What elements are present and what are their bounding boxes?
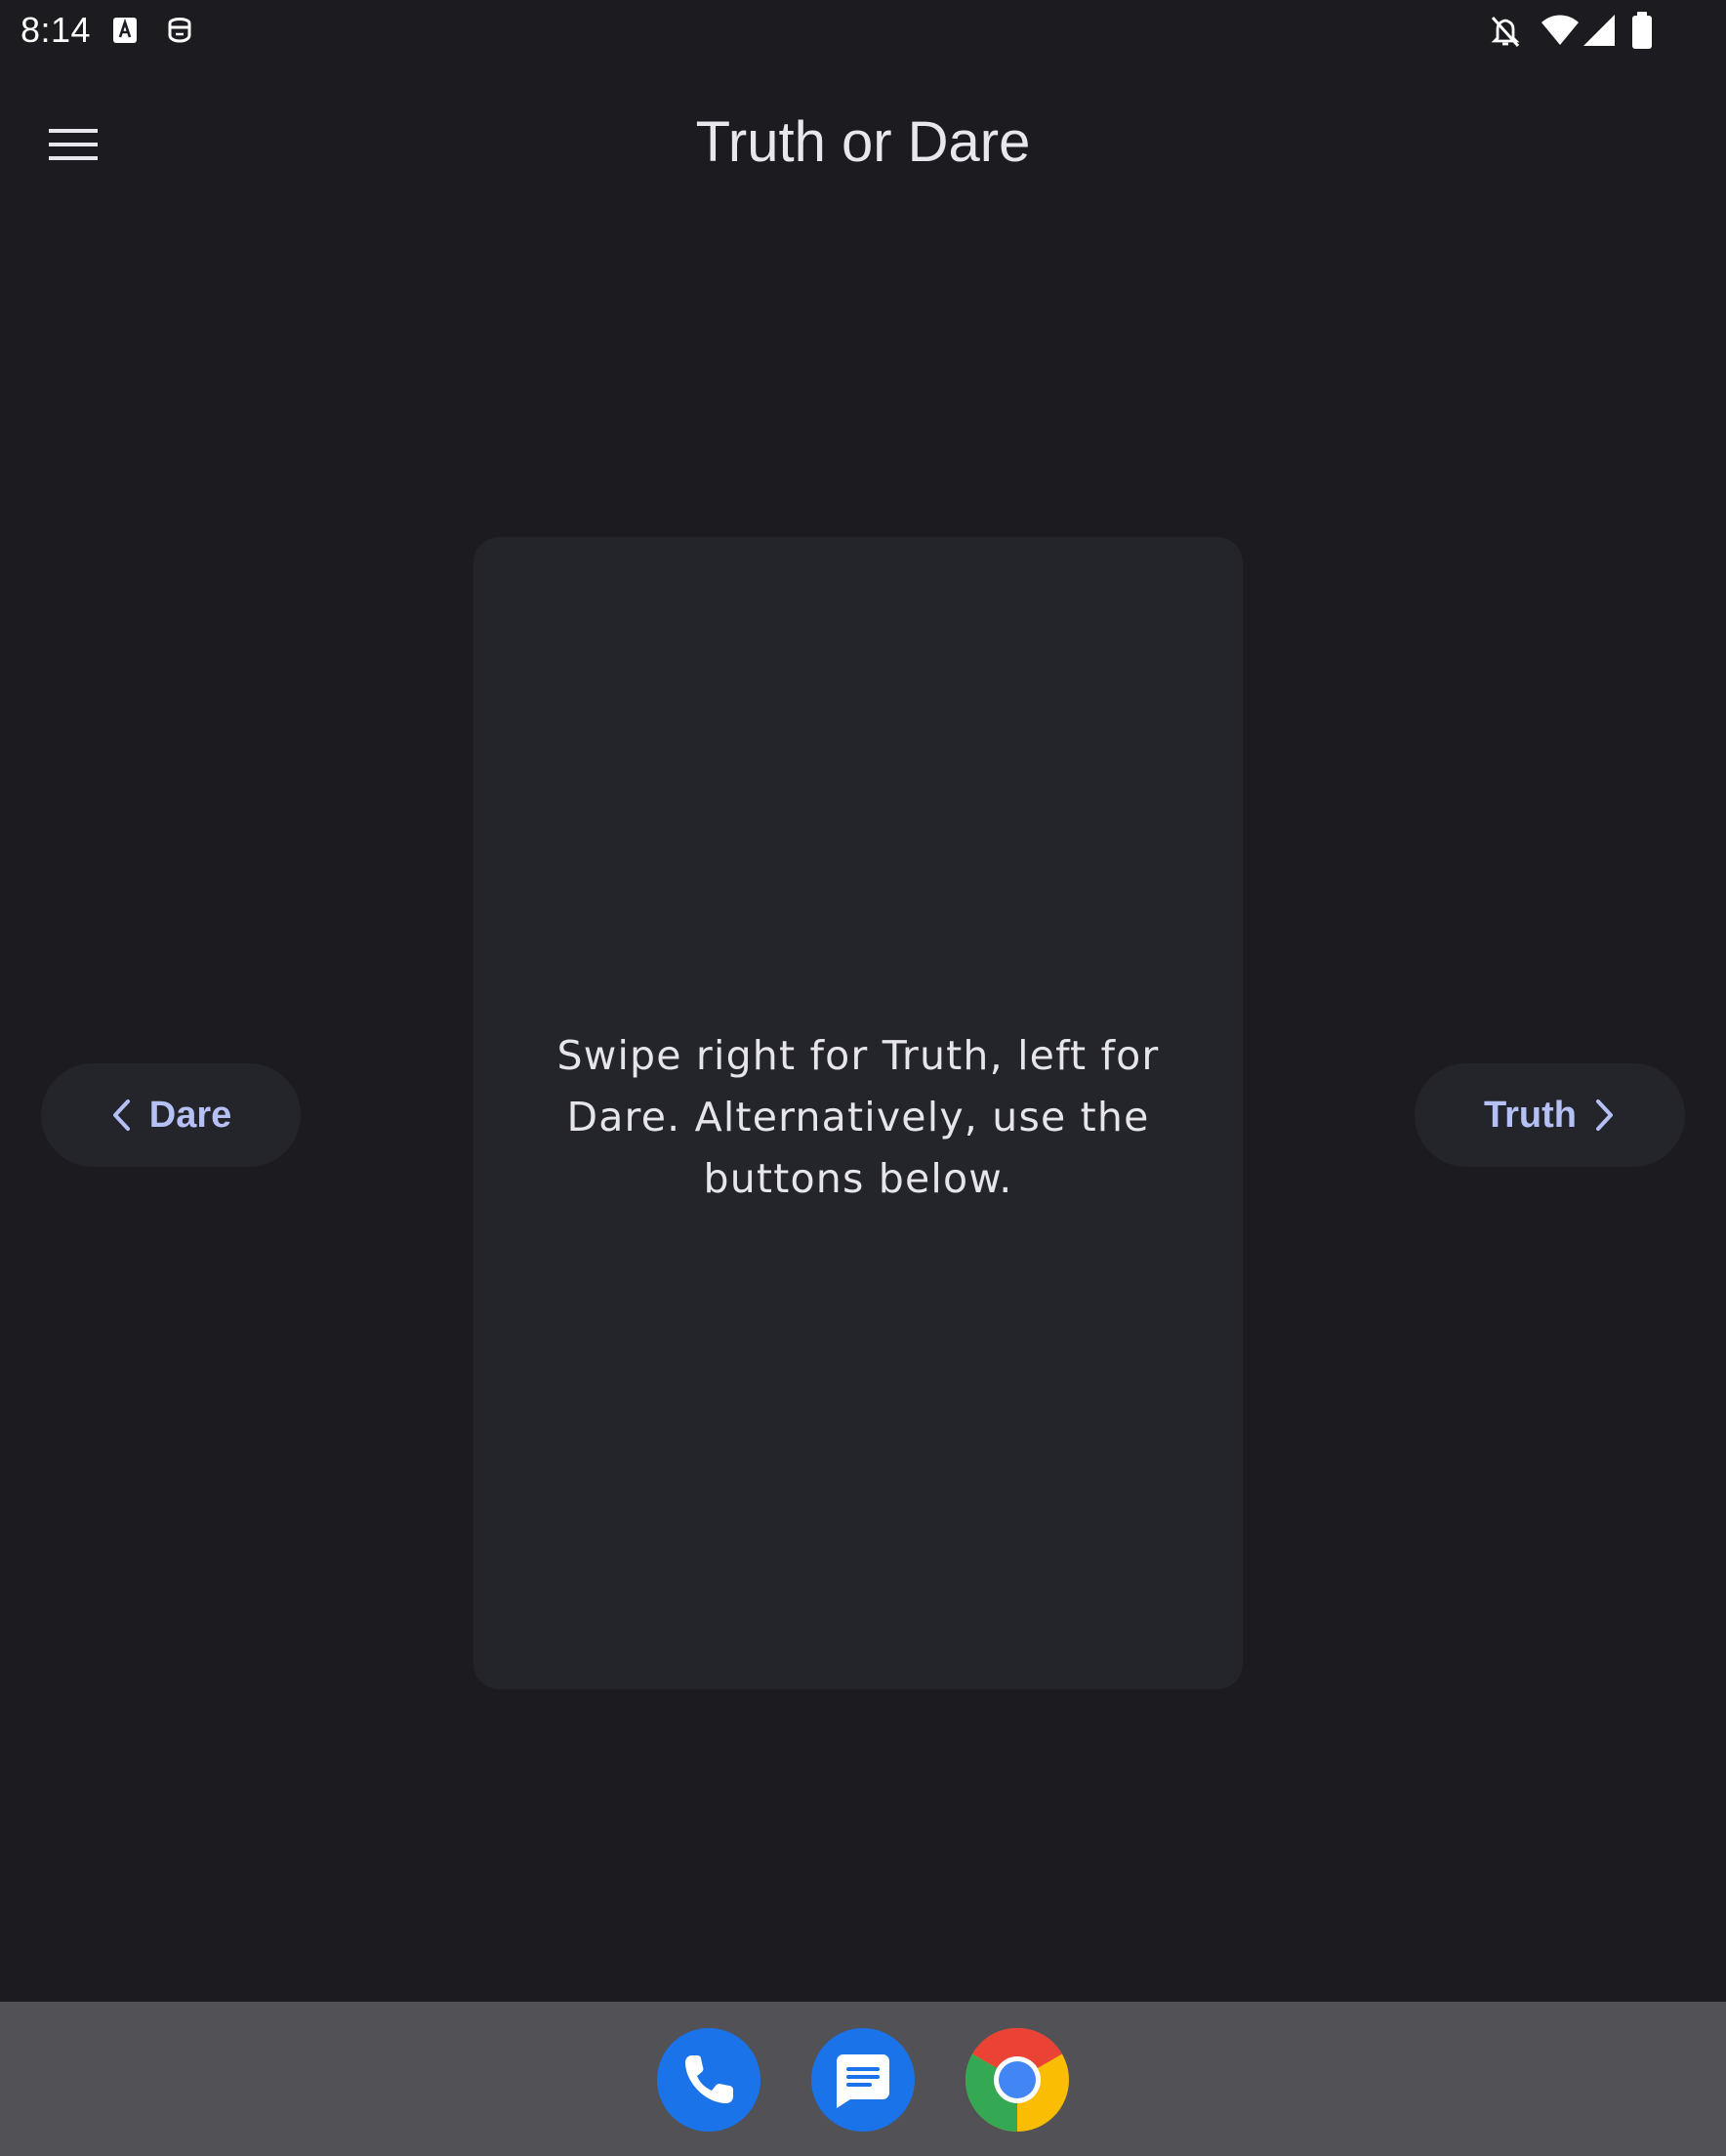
wifi-icon (1541, 15, 1579, 45)
status-time: 8:14 (21, 10, 92, 50)
message-bubble-icon (837, 2054, 889, 2108)
phone-handset-icon (685, 2055, 733, 2103)
messages-app-icon[interactable] (811, 2028, 915, 2132)
chrome-logo-icon (965, 2027, 1069, 2132)
phone-app-icon[interactable] (657, 2028, 760, 2132)
notifications-off-icon (1491, 16, 1520, 48)
face-retouch-icon (168, 18, 191, 43)
truth-button-label: Truth (1484, 1094, 1577, 1136)
dare-button-label: Dare (148, 1094, 232, 1136)
app-title: Truth or Dare (695, 110, 1031, 174)
keyboard-a-icon (113, 18, 137, 43)
status-bar: 8:14 (0, 0, 1726, 64)
card-instruction-text: Swipe right for Truth, left for Dare. Al… (556, 1032, 1160, 1202)
chevron-left-icon (112, 1099, 130, 1131)
cell-signal-icon (1583, 15, 1615, 46)
truth-button[interactable]: Truth (1415, 1063, 1685, 1167)
swipe-card[interactable]: Swipe right for Truth, left for Dare. Al… (473, 537, 1243, 1689)
chrome-app-icon[interactable] (965, 2027, 1069, 2132)
screen: 8:14 Truth or Dare Swipe right for Truth… (0, 0, 1726, 2156)
chevron-right-icon (1595, 1099, 1613, 1131)
dare-button[interactable]: Dare (41, 1063, 301, 1167)
battery-icon (1632, 12, 1652, 49)
app-dock (0, 2002, 1726, 2156)
